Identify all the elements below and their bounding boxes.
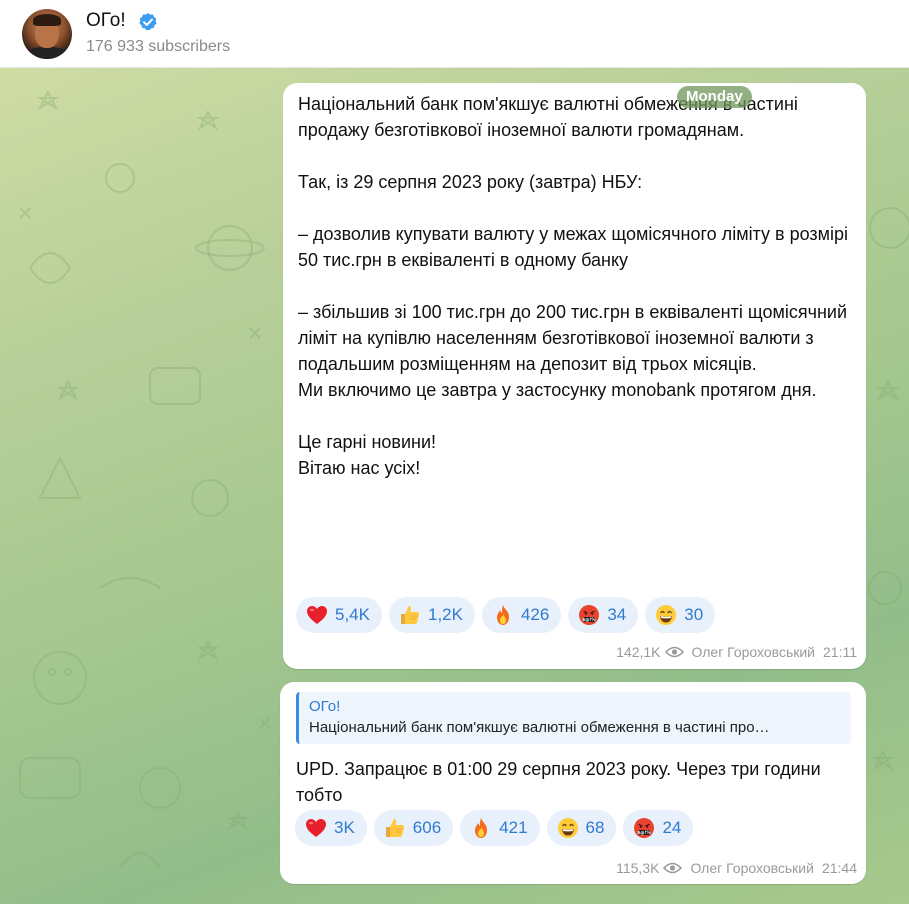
cursing-face-icon — [632, 816, 656, 840]
reaction-count: 5,4K — [335, 605, 370, 624]
message-time: 21:11 — [823, 644, 857, 660]
reaction-thumbs-up[interactable]: 1,2K — [388, 597, 475, 633]
subscriber-count: 176 933 subscribers — [86, 38, 231, 55]
reaction-heart[interactable]: 5,4K — [296, 597, 382, 633]
reaction-grinning-face[interactable]: 30 — [645, 597, 716, 633]
message-text: Національний банк пом'якшує валютні обме… — [298, 94, 849, 374]
message-time: 21:44 — [821, 860, 857, 876]
message-text: UPD. Запрацює в 01:00 29 серпня 2023 рок… — [296, 759, 821, 805]
author-signature: Олег Гороховський — [690, 860, 814, 876]
chat-header: ОГо! 176 933 subscribers — [0, 0, 909, 68]
channel-name[interactable]: ОГо! — [86, 10, 126, 32]
reactions-bar: 3K 606 421 68 24 — [295, 810, 694, 846]
reaction-count: 421 — [499, 818, 528, 837]
reaction-heart[interactable]: 3K — [295, 810, 367, 846]
message-bold-text: Ми включимо це завтра у застосунку monob… — [298, 380, 817, 400]
cursing-face-icon — [577, 603, 601, 627]
heart-icon — [305, 603, 329, 627]
grinning-face-icon — [556, 816, 580, 840]
thumbs-up-icon — [383, 816, 407, 840]
thumbs-up-icon — [398, 603, 422, 627]
reaction-grinning-face[interactable]: 68 — [546, 810, 617, 846]
reply-preview[interactable]: ОГо! Національний банк пом'якшує валютні… — [296, 692, 851, 744]
reaction-count: 30 — [684, 605, 704, 624]
author-signature: Олег Гороховський — [691, 644, 816, 660]
eye-icon — [664, 646, 684, 658]
fire-icon — [491, 603, 515, 627]
verified-badge-icon — [139, 13, 157, 31]
message-text-end: Це гарні новини! Вітаю нас усіх! — [298, 432, 437, 478]
reaction-thumbs-up[interactable]: 606 — [373, 810, 454, 846]
message-meta: 115,3K Олег Гороховський 21:44 — [616, 860, 857, 876]
reaction-fire[interactable]: 421 — [460, 810, 540, 846]
view-count: 115,3K — [616, 860, 660, 876]
reply-author: ОГо! — [309, 698, 341, 715]
date-separator: Monday — [677, 86, 752, 108]
heart-icon — [304, 816, 328, 840]
reply-text: Національний банк пом'якшує валютні обме… — [309, 719, 770, 736]
reaction-count: 34 — [607, 605, 627, 624]
message-meta: 142,1K Олег Гороховський 21:11 — [616, 644, 857, 660]
view-count: 142,1K — [616, 644, 661, 660]
reaction-count: 426 — [520, 605, 550, 624]
reaction-fire[interactable]: 426 — [481, 597, 562, 633]
message-bubble[interactable]: ОГо! Національний банк пом'якшує валютні… — [280, 682, 866, 884]
reaction-count: 68 — [585, 818, 605, 837]
chat-area[interactable]: Національний банк пом'якшує валютні обме… — [0, 68, 909, 904]
reaction-cursing-face[interactable]: 34 — [568, 597, 639, 633]
reaction-count: 606 — [412, 818, 442, 837]
message-bubble[interactable]: Національний банк пом'якшує валютні обме… — [283, 83, 866, 669]
grinning-face-icon — [654, 603, 678, 627]
reaction-cursing-face[interactable]: 24 — [623, 810, 694, 846]
fire-icon — [469, 816, 493, 840]
reaction-count: 24 — [662, 818, 682, 837]
reaction-count: 1,2K — [427, 605, 463, 624]
reaction-count: 3K — [334, 818, 355, 837]
eye-icon — [663, 862, 683, 874]
channel-avatar[interactable] — [22, 9, 72, 59]
reactions-bar: 5,4K 1,2K 426 34 30 — [296, 597, 716, 633]
